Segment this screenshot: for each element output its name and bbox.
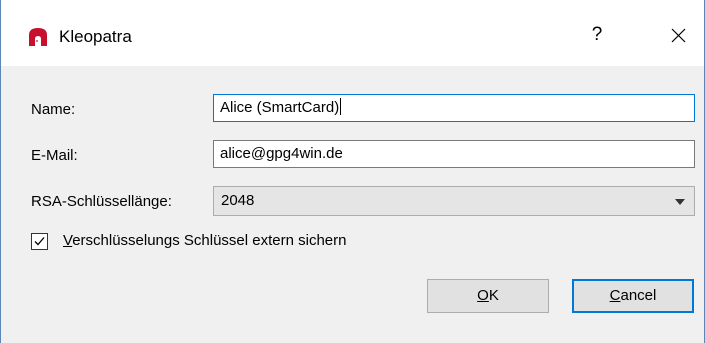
cancel-label-text: ancel [620, 287, 657, 304]
email-label: E-Mail: [31, 147, 78, 164]
backup-key-label-text: erschlüsselungs Schlüssel extern sichern [72, 232, 347, 249]
key-length-select[interactable]: 2048 [213, 186, 695, 216]
name-field[interactable]: Alice (SmartCard) [213, 94, 695, 122]
cancel-mnemonic: C [609, 287, 621, 304]
kleopatra-logo-icon [27, 27, 49, 47]
email-field[interactable]: alice@gpg4win.de [213, 140, 695, 168]
key-length-label: RSA-Schlüssellänge: [31, 193, 172, 210]
backup-key-mnemonic: V [63, 232, 73, 249]
cancel-button[interactable]: Cancel [572, 279, 694, 313]
title-bar: Kleopatra ? [1, 0, 704, 66]
ok-button[interactable]: OK [427, 279, 549, 313]
text-caret [340, 98, 342, 115]
close-icon[interactable] [661, 20, 695, 50]
email-value: alice@gpg4win.de [220, 145, 343, 162]
backup-key-checkbox[interactable] [31, 233, 48, 250]
name-label: Name: [31, 101, 76, 118]
key-length-value: 2048 [221, 192, 255, 209]
ok-mnemonic: O [477, 287, 489, 304]
backup-key-label[interactable]: Verschlüsselungs Schlüssel extern sicher… [63, 232, 347, 249]
name-value: Alice (SmartCard) [220, 99, 340, 116]
window-title: Kleopatra [59, 27, 132, 46]
chevron-down-icon [675, 199, 685, 205]
kleopatra-dialog: Kleopatra ? Name: Alice (SmartCard) E-Ma… [0, 0, 705, 343]
help-button[interactable]: ? [579, 20, 615, 50]
checkmark-icon [34, 237, 45, 246]
ok-label-text: K [488, 287, 499, 304]
